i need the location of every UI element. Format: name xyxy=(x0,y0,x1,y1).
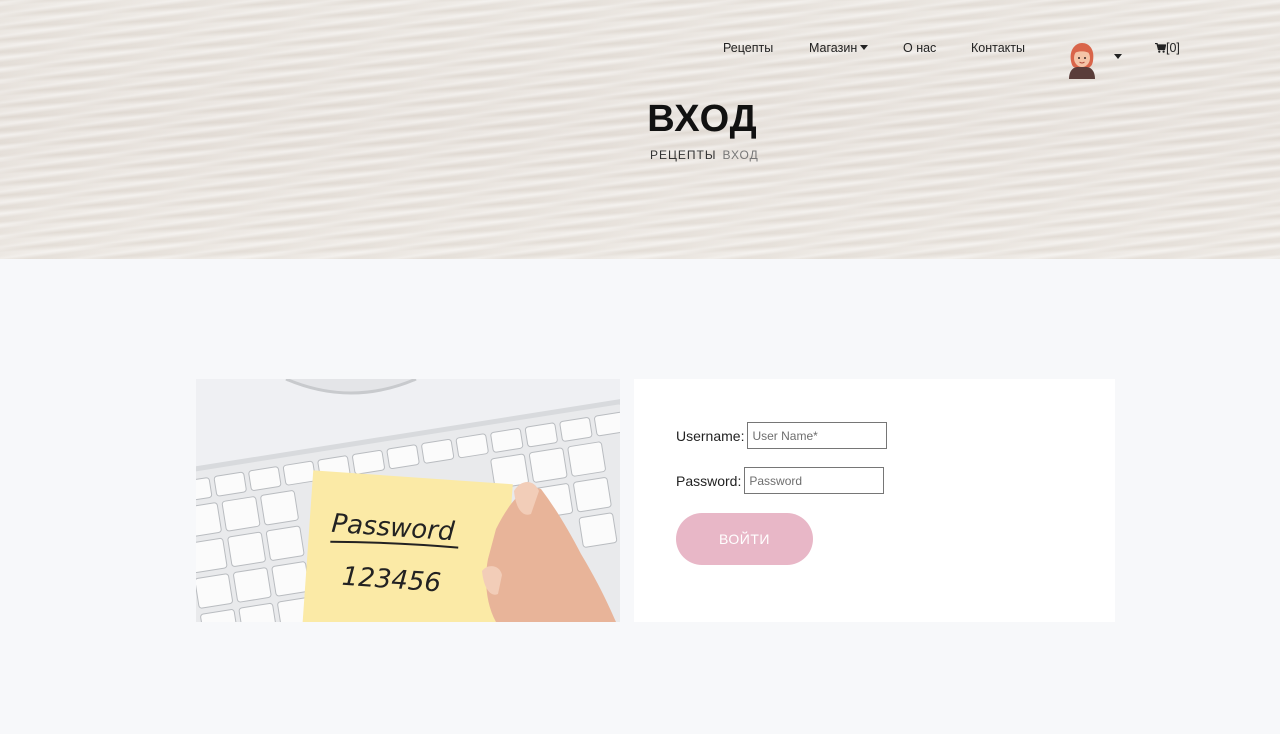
username-row: Username: xyxy=(676,422,888,449)
breadcrumb-item-current: ВХОД xyxy=(722,148,759,162)
password-row: Password: xyxy=(676,467,885,494)
page-title: ВХОД xyxy=(647,98,758,140)
hero-header: Рецепты Магазин О нас Контакты [0] ВХОД … xyxy=(0,0,1280,259)
nav-item-shop[interactable]: Магазин xyxy=(809,41,869,55)
password-label: Password: xyxy=(676,472,742,489)
username-input[interactable] xyxy=(747,422,888,449)
user-avatar-icon[interactable] xyxy=(1064,41,1100,79)
caret-down-icon xyxy=(860,45,869,50)
cart-link[interactable]: [0] xyxy=(1155,41,1180,55)
breadcrumb-item-recipes[interactable]: РЕЦЕПТЫ xyxy=(650,148,716,162)
breadcrumb: РЕЦЕПТЫ ВХОД xyxy=(650,148,759,162)
nav-item-about[interactable]: О нас xyxy=(903,41,936,55)
username-label: Username: xyxy=(676,427,745,444)
nav-item-contacts[interactable]: Контакты xyxy=(971,41,1025,55)
login-button[interactable]: ВОЙТИ xyxy=(676,513,813,565)
password-illustration: Password 123456 xyxy=(196,379,620,622)
nav-item-recipes[interactable]: Рецепты xyxy=(723,41,773,55)
cart-count: [0] xyxy=(1166,41,1180,55)
nav-item-shop-label: Магазин xyxy=(809,41,858,55)
cart-icon xyxy=(1155,42,1167,53)
caret-down-icon[interactable] xyxy=(1114,54,1122,59)
password-input[interactable] xyxy=(744,467,885,494)
login-form: Username: Password: ВОЙТИ xyxy=(634,379,1115,622)
